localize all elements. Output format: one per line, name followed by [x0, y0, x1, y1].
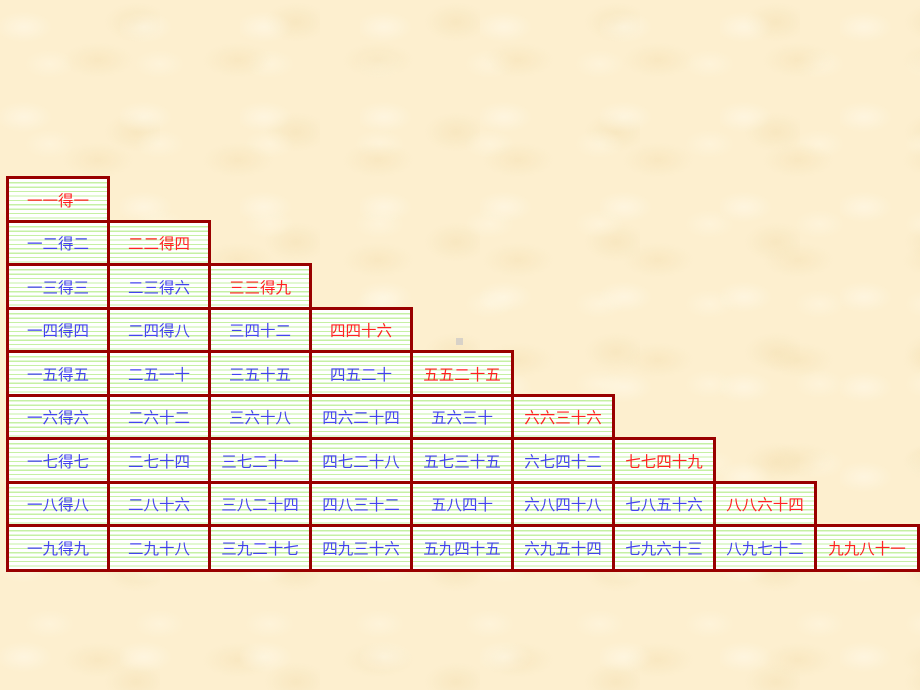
table-cell: 三四十二	[208, 307, 312, 353]
table-cell: 六七四十二	[511, 437, 615, 484]
table-cell: 一八得八	[6, 481, 110, 527]
table-cell: 八九七十二	[713, 524, 817, 572]
table-cell: 三七二十一	[208, 437, 312, 484]
table-cell-square: 七七四十九	[612, 437, 716, 484]
table-cell-square: 一一得一	[6, 176, 110, 223]
table-cell: 二七十四	[107, 437, 211, 484]
table-cell: 七九六十三	[612, 524, 716, 572]
table-cell: 一四得四	[6, 307, 110, 353]
table-cell: 三九二十七	[208, 524, 312, 572]
table-cell: 二九十八	[107, 524, 211, 572]
table-cell: 四七二十八	[309, 437, 413, 484]
table-cell: 四五二十	[309, 350, 413, 397]
table-cell: 三五十五	[208, 350, 312, 397]
table-cell: 一七得七	[6, 437, 110, 484]
table-cell-square: 九九八十一	[814, 524, 920, 572]
table-cell: 三八二十四	[208, 481, 312, 527]
table-cell: 三六十八	[208, 394, 312, 440]
table-cell: 一九得九	[6, 524, 110, 572]
table-cell-square: 二二得四	[107, 220, 211, 266]
table-cell: 四八三十二	[309, 481, 413, 527]
table-cell: 一二得二	[6, 220, 110, 266]
table-cell: 五七三十五	[410, 437, 514, 484]
table-cell: 二八十六	[107, 481, 211, 527]
table-cell: 一五得五	[6, 350, 110, 397]
table-cell-square: 五五二十五	[410, 350, 514, 397]
table-cell-square: 四四十六	[309, 307, 413, 353]
table-cell-square: 六六三十六	[511, 394, 615, 440]
table-cell-square: 八八六十四	[713, 481, 817, 527]
table-cell: 四六二十四	[309, 394, 413, 440]
table-cell: 六八四十八	[511, 481, 615, 527]
table-cell: 二五一十	[107, 350, 211, 397]
table-cell: 二四得八	[107, 307, 211, 353]
table-cell: 四九三十六	[309, 524, 413, 572]
table-cell-square: 三三得九	[208, 263, 312, 310]
table-cell: 五九四十五	[410, 524, 514, 572]
table-cell: 七八五十六	[612, 481, 716, 527]
table-cell: 五六三十	[410, 394, 514, 440]
table-cell: 一六得六	[6, 394, 110, 440]
table-cell: 二六十二	[107, 394, 211, 440]
slide-marker	[456, 338, 463, 345]
table-cell: 五八四十	[410, 481, 514, 527]
table-cell: 一三得三	[6, 263, 110, 310]
table-cell: 二三得六	[107, 263, 211, 310]
table-cell: 六九五十四	[511, 524, 615, 572]
